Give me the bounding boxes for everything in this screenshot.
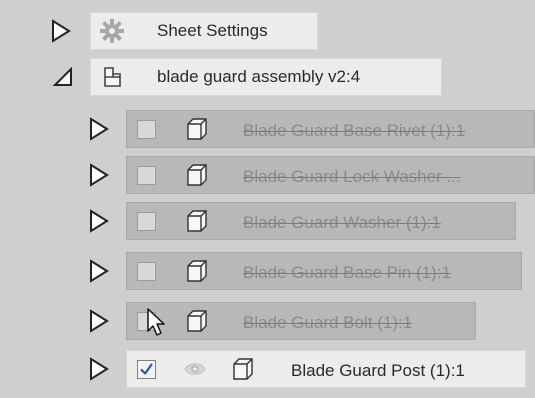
expand-arrow-icon[interactable] [50,18,72,44]
component-row: Blade Guard Lock Washer ... [0,150,535,200]
component-panel[interactable]: Blade Guard Post (1):1 [126,350,526,388]
component-panel[interactable]: Blade Guard Base Pin (1):1 [126,252,522,290]
assembly-icon [104,67,121,87]
component-label: Blade Guard Base Pin (1):1 [243,263,451,282]
sheet-settings-label: Sheet Settings [157,21,268,40]
component-label: Blade Guard Lock Washer ... [243,167,461,186]
visibility-checkbox[interactable] [137,262,156,281]
assembly-panel[interactable]: blade guard assembly v2:4 [90,58,442,96]
component-icon [187,118,207,140]
component-icon [187,260,207,282]
expand-arrow-icon[interactable] [88,162,110,188]
expand-arrow-icon[interactable] [88,258,110,284]
component-panel[interactable]: Blade Guard Washer (1):1 [126,202,516,240]
component-label: Blade Guard Bolt (1):1 [243,313,413,332]
checkmark-icon [140,363,153,375]
sheet-settings-panel[interactable]: Sheet Settings [90,12,318,50]
eye-icon[interactable] [183,359,207,379]
expand-arrow-icon[interactable] [88,308,110,334]
visibility-checkbox[interactable] [137,212,156,231]
gear-icon [100,19,124,43]
collapse-arrow-icon[interactable] [52,64,74,90]
component-icon [233,358,253,380]
expand-arrow-icon[interactable] [88,116,110,142]
component-panel[interactable]: Blade Guard Lock Washer ... [126,156,535,194]
component-label: Blade Guard Post (1):1 [291,361,465,380]
component-label: Blade Guard Washer (1):1 [243,213,441,232]
component-icon [187,210,207,232]
component-icon [187,310,207,332]
browser-tree: Sheet Settings blade guard assembly v2:4 [0,0,535,398]
assembly-label: blade guard assembly v2:4 [157,67,361,86]
expand-arrow-icon[interactable] [88,208,110,234]
component-row: Blade Guard Post (1):1 [0,344,535,394]
tree-node-sheet-settings: Sheet Settings [0,6,535,56]
visibility-checkbox[interactable] [137,360,156,379]
component-row: Blade Guard Bolt (1):1 [0,296,535,346]
component-row: Blade Guard Washer (1):1 [0,196,535,246]
tree-node-assembly: blade guard assembly v2:4 [0,52,535,102]
component-label: Blade Guard Base Rivet (1):1 [243,121,466,140]
mouse-cursor-icon [147,308,165,336]
component-panel[interactable]: Blade Guard Bolt (1):1 [126,302,476,340]
visibility-checkbox[interactable] [137,120,156,139]
expand-arrow-icon[interactable] [88,356,110,382]
component-panel[interactable]: Blade Guard Base Rivet (1):1 [126,110,535,148]
component-row: Blade Guard Base Rivet (1):1 [0,104,535,154]
visibility-checkbox[interactable] [137,166,156,185]
component-icon [187,164,207,186]
component-row: Blade Guard Base Pin (1):1 [0,246,535,296]
